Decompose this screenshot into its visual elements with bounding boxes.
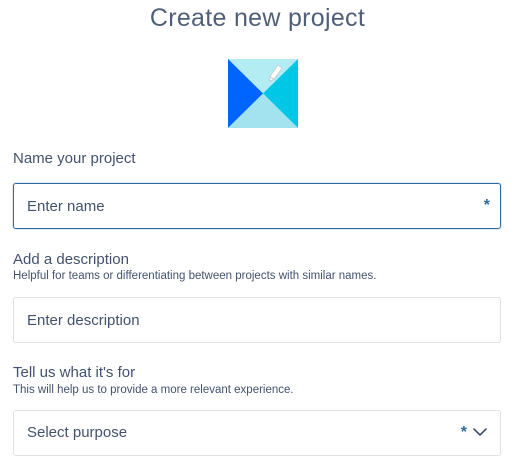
page-title: Create new project xyxy=(149,4,366,32)
project-avatar-icon xyxy=(228,59,298,128)
name-field-label: Name your project xyxy=(13,150,136,167)
name-input[interactable] xyxy=(14,184,454,228)
purpose-required-mark: * xyxy=(460,424,467,441)
purpose-field-label: Tell us what it's for xyxy=(13,364,136,381)
description-input-wrapper xyxy=(13,297,501,343)
purpose-select[interactable]: Select purpose * xyxy=(13,410,501,456)
description-help-text: Helpful for teams or differentiating bet… xyxy=(13,270,377,282)
project-avatar[interactable] xyxy=(228,59,298,128)
purpose-select-value: Select purpose xyxy=(27,424,128,441)
chevron-down-icon[interactable] xyxy=(473,427,487,437)
name-required-mark: * xyxy=(483,197,490,214)
description-field-label: Add a description xyxy=(13,251,129,268)
description-input[interactable] xyxy=(14,298,454,342)
name-input-wrapper: * xyxy=(13,183,501,229)
purpose-help-text: This will help us to provide a more rele… xyxy=(13,384,294,396)
